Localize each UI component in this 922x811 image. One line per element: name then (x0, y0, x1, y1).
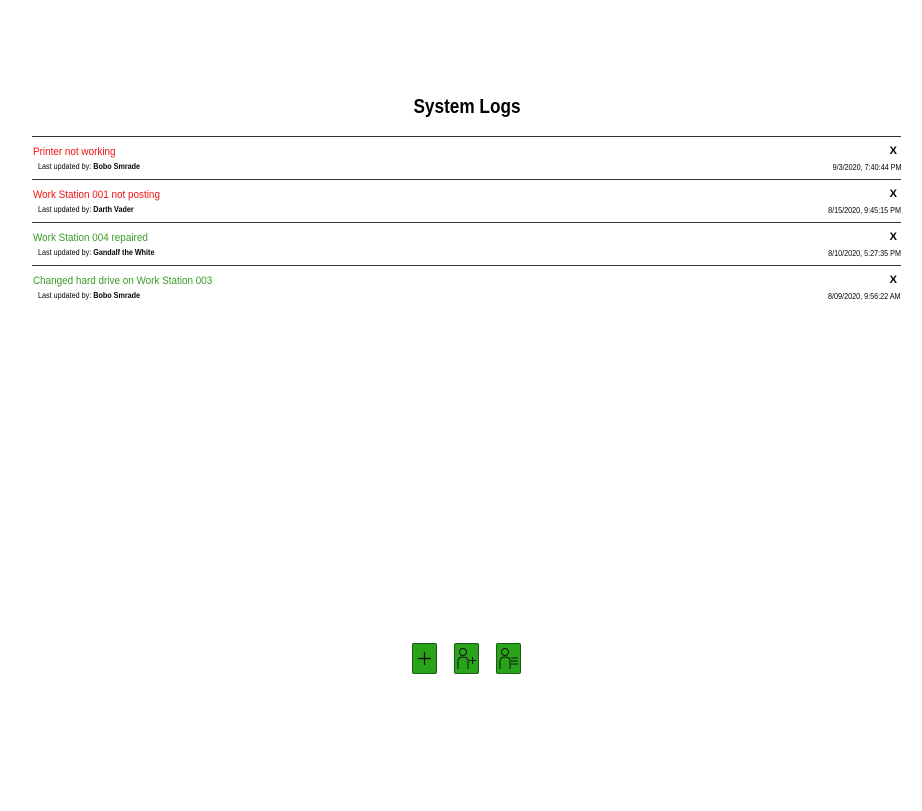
log-entry[interactable]: Printer not working Last updated by: Bob… (32, 137, 901, 180)
log-title[interactable]: Work Station 004 repaired (33, 232, 148, 244)
updated-by-label: Last updated by: (38, 162, 94, 171)
updated-by-user: Bobo Smrade (93, 162, 141, 171)
log-timestamp: 8/15/2020, 9:45:15 PM (828, 206, 901, 215)
log-title[interactable]: Printer not working (33, 146, 116, 158)
log-updated-by: Last updated by: Darth Vader (38, 205, 134, 214)
delete-log-button[interactable]: X (890, 189, 897, 200)
log-title[interactable]: Changed hard drive on Work Station 003 (33, 275, 212, 287)
log-entry[interactable]: Work Station 004 repaired Last updated b… (32, 223, 901, 266)
log-entry[interactable]: Changed hard drive on Work Station 003 L… (32, 266, 901, 308)
delete-log-button[interactable]: X (890, 275, 897, 286)
log-timestamp: 8/10/2020, 5:27:35 PM (828, 249, 901, 258)
add-log-button[interactable] (412, 643, 437, 674)
updated-by-label: Last updated by: (38, 205, 94, 214)
log-updated-by: Last updated by: Gandalf the White (38, 248, 154, 257)
add-user-button[interactable] (454, 643, 479, 674)
updated-by-user: Gandalf the White (93, 248, 155, 257)
log-list: Printer not working Last updated by: Bob… (32, 136, 901, 308)
updated-by-label: Last updated by: (38, 248, 94, 257)
updated-by-user: Darth Vader (93, 205, 134, 214)
log-title[interactable]: Work Station 001 not posting (33, 189, 160, 201)
delete-log-button[interactable]: X (890, 146, 897, 157)
updated-by-label: Last updated by: (38, 291, 94, 300)
log-entry[interactable]: Work Station 001 not posting Last update… (32, 180, 901, 223)
log-updated-by: Last updated by: Bobo Smrade (38, 291, 140, 300)
user-list-icon (499, 648, 518, 669)
log-timestamp: 9/3/2020, 7:40:44 PM (832, 163, 901, 172)
add-user-icon (457, 648, 476, 669)
plus-icon (418, 652, 431, 665)
updated-by-user: Bobo Smrade (93, 291, 141, 300)
page-title: System Logs (413, 96, 521, 118)
log-timestamp: 8/09/2020, 9:56:22 AM (828, 292, 901, 301)
action-toolbar (412, 643, 521, 674)
user-list-button[interactable] (496, 643, 521, 674)
log-updated-by: Last updated by: Bobo Smrade (38, 162, 140, 171)
delete-log-button[interactable]: X (890, 232, 897, 243)
